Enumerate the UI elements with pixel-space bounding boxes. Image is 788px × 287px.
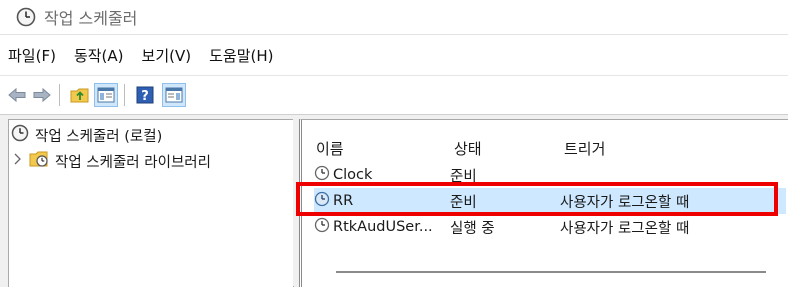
title-bar: 작업 스케줄러 bbox=[0, 0, 788, 35]
task-clock-icon bbox=[314, 165, 330, 185]
tree-item-label: 작업 스케줄러 라이브러리 bbox=[55, 154, 211, 171]
column-header-trigger[interactable]: 트리거 bbox=[564, 138, 605, 159]
column-header-name[interactable]: 이름 bbox=[316, 138, 344, 159]
toolbar-separator bbox=[59, 84, 60, 106]
toolbar: ? bbox=[0, 76, 788, 115]
toolbar-separator bbox=[124, 84, 125, 106]
task-clock-icon bbox=[314, 191, 330, 211]
task-name: Clock bbox=[333, 167, 373, 183]
clock-icon bbox=[16, 7, 36, 27]
up-folder-icon[interactable] bbox=[69, 84, 91, 106]
column-header-state[interactable]: 상태 bbox=[454, 138, 482, 159]
task-state: 실행 중 bbox=[450, 220, 495, 237]
menu-help[interactable]: 도움말(H) bbox=[201, 45, 281, 66]
tree-item-label: 작업 스케줄러 (로컬) bbox=[35, 128, 163, 145]
table-row[interactable]: RtkAudUSer... 실행 중 사용자가 로그온할 때 bbox=[314, 214, 786, 240]
help-icon[interactable]: ? bbox=[134, 84, 156, 106]
task-state: 준비 bbox=[450, 168, 477, 185]
task-trigger: 사용자가 로그온할 때 bbox=[560, 220, 690, 237]
task-name-cell: RtkAudUSer... bbox=[314, 217, 450, 237]
show-action-pane-icon[interactable] bbox=[162, 83, 186, 107]
horizontal-scrollbar[interactable] bbox=[336, 271, 766, 273]
tree-pane: 작업 스케줄러 (로컬) 작업 스케줄러 라이브러리 bbox=[8, 119, 294, 287]
clock-icon bbox=[11, 124, 29, 146]
back-arrow-icon[interactable] bbox=[6, 84, 28, 106]
content-area: 작업 스케줄러 (로컬) 작업 스케줄러 라이브러리 이름 상태 트리거 Clo… bbox=[0, 115, 788, 287]
tree-item-library[interactable]: 작업 스케줄러 라이브러리 bbox=[13, 150, 211, 172]
menu-bar: 파일(F) 동작(A) 보기(V) 도움말(H) bbox=[0, 35, 788, 76]
menu-view[interactable]: 보기(V) bbox=[134, 45, 200, 66]
table-row[interactable]: Clock 준비 bbox=[314, 162, 786, 188]
task-name-cell: Clock bbox=[314, 165, 450, 185]
tree-item-local[interactable]: 작업 스케줄러 (로컬) bbox=[11, 124, 162, 146]
task-clock-icon bbox=[314, 217, 330, 237]
folder-clock-icon bbox=[29, 150, 49, 172]
menu-action[interactable]: 동작(A) bbox=[66, 45, 132, 66]
task-list-pane: 이름 상태 트리거 Clock 준비 RR 준비 사용자가 로그온할 때 Rtk… bbox=[299, 119, 788, 287]
task-name: RtkAudUSer... bbox=[333, 219, 433, 235]
task-name: RR bbox=[333, 193, 354, 209]
menu-file[interactable]: 파일(F) bbox=[2, 45, 64, 66]
task-state: 준비 bbox=[450, 194, 477, 211]
forward-arrow-icon[interactable] bbox=[31, 84, 53, 106]
chevron-right-icon[interactable] bbox=[13, 153, 23, 169]
window-title: 작업 스케줄러 bbox=[44, 9, 138, 28]
task-name-cell: RR bbox=[314, 191, 450, 211]
svg-text:?: ? bbox=[141, 89, 149, 104]
show-tree-icon[interactable] bbox=[94, 83, 118, 107]
task-trigger: 사용자가 로그온할 때 bbox=[560, 194, 690, 211]
table-row[interactable]: RR 준비 사용자가 로그온할 때 bbox=[314, 188, 786, 214]
